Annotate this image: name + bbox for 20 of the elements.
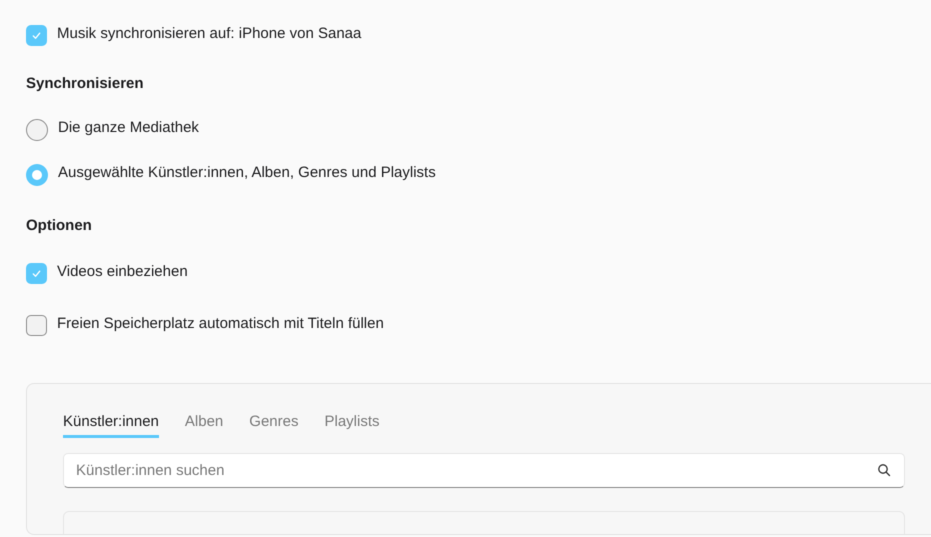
tab[interactable]: Playlists <box>324 412 380 438</box>
radio-button[interactable] <box>26 119 48 141</box>
checkbox[interactable] <box>26 263 47 284</box>
checkbox-label: Freien Speicherplatz automatisch mit Titeln füllen <box>57 314 384 334</box>
radio-label: Ausgewählte Künstler:innen, Alben, Genres und Playlists <box>58 163 436 183</box>
checkbox-label: Musik synchronisieren auf: iPhone von Sanaa <box>57 24 362 44</box>
check-icon <box>31 30 42 41</box>
search-field[interactable]: Künstler:innen suchen <box>63 453 905 488</box>
section-heading: Synchronisieren <box>26 75 145 93</box>
checkbox-label: Videos einbeziehen <box>57 262 188 282</box>
section-heading: Optionen <box>26 217 93 235</box>
tab[interactable]: Alben <box>184 412 224 438</box>
checkbox[interactable] <box>26 25 47 46</box>
radio-button[interactable] <box>26 164 48 186</box>
radio-label: Die ganze Mediathek <box>58 118 199 138</box>
search-icon <box>877 463 891 477</box>
tab[interactable]: Künstler:innen <box>63 412 159 438</box>
checkbox[interactable] <box>26 315 47 336</box>
tab[interactable]: Genres <box>249 412 298 438</box>
check-icon <box>31 268 42 279</box>
